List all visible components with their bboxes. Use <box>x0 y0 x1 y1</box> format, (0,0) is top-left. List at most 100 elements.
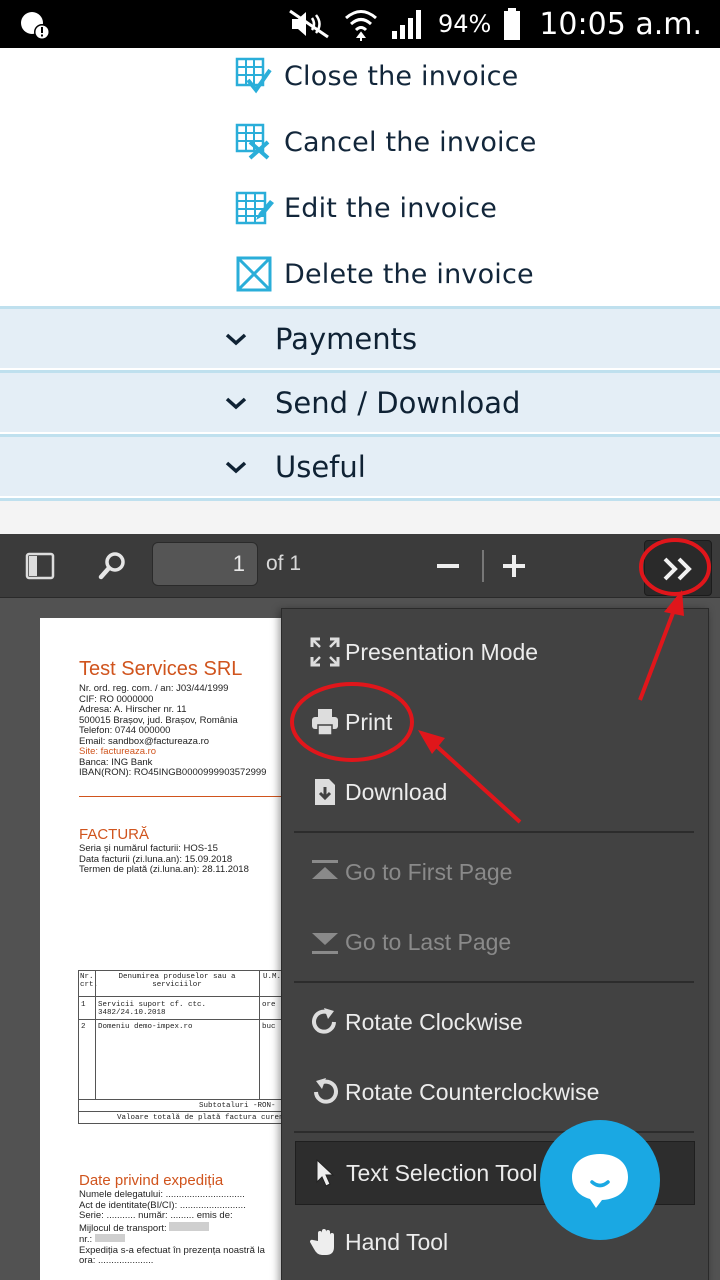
pdf-cell: 2 <box>81 1023 86 1031</box>
delete-invoice-label: Delete the invoice <box>284 258 534 290</box>
pdf-shipping-title: Date privind expediția <box>79 1172 224 1189</box>
pdf-line: Adresa: A. Hirscher nr. 11 <box>79 704 187 715</box>
mute-icon <box>289 9 329 39</box>
pdf-line: Telefon: 0744 000000 <box>79 725 171 736</box>
pdf-page: Test Services SRL Nr. ord. reg. com. / a… <box>40 618 282 1280</box>
battery-icon <box>504 8 521 40</box>
menu-item-label: Go to Last Page <box>345 928 512 955</box>
redacted-block <box>169 1221 210 1231</box>
delete-invoice-icon <box>236 256 272 292</box>
pdf-line-text: Mijlocul de transport: <box>79 1222 167 1234</box>
notification-alert-icon <box>21 12 50 40</box>
menu-item-print[interactable]: Print <box>282 687 710 757</box>
zoom-out-icon[interactable] <box>428 546 468 586</box>
pdf-line: Site: factureaza.ro <box>79 746 157 757</box>
edit-invoice-label: Edit the invoice <box>284 192 498 224</box>
zoom-divider <box>482 550 484 582</box>
pdf-line-text: nr.: <box>79 1234 93 1245</box>
sidebar-toggle-icon[interactable] <box>20 546 60 586</box>
signal-icon <box>391 10 421 39</box>
menu-item-label: Rotate Clockwise <box>345 1008 523 1035</box>
first-page-icon <box>312 860 338 879</box>
pdf-cell: Domeniu demo-impex.ro <box>98 1023 193 1031</box>
menu-item-label: Go to First Page <box>345 858 513 885</box>
search-icon[interactable] <box>92 546 132 586</box>
chevron-down-icon <box>225 397 247 410</box>
page-number-input[interactable]: 1 <box>152 542 258 586</box>
menu-item-rotate-counterclockwise[interactable]: Rotate Counterclockwise <box>282 1057 710 1127</box>
menu-item-first-page[interactable]: Go to First Page <box>282 837 710 907</box>
pdf-col-line <box>259 971 260 1099</box>
pdf-shipping-details: Numele delegatului: ....................… <box>79 1189 265 1267</box>
pdf-line: Nr. ord. reg. com. / an: J03/44/1999 <box>79 683 229 694</box>
close-invoice-action[interactable]: Close the invoice <box>234 46 519 106</box>
edit-invoice-icon <box>235 191 274 225</box>
pdf-row-line <box>79 1111 282 1112</box>
pdf-cell: Servicii suport cf. ctc. 3482/24.10.2018 <box>98 1001 207 1017</box>
status-bar: 94% 10:05 a.m. <box>0 0 720 48</box>
pdf-cell: Nr. crt. <box>80 973 99 989</box>
secondary-toolbar-button[interactable] <box>644 540 712 596</box>
pdf-line: Numele delegatului: ....................… <box>79 1189 245 1200</box>
pdf-line: Mijlocul de transport: <box>79 1221 265 1235</box>
pdf-line: Termen de plată (zi.luna.an): 28.11.2018 <box>79 864 249 875</box>
menu-item-last-page[interactable]: Go to Last Page <box>282 907 710 977</box>
accordion-send-download[interactable]: Send / Download <box>0 370 720 432</box>
cursor-icon <box>316 1158 335 1187</box>
pdf-divider <box>79 796 282 797</box>
menu-item-rotate-clockwise[interactable]: Rotate Clockwise <box>282 987 710 1057</box>
pdf-cell: ore <box>262 1001 276 1009</box>
print-icon <box>312 709 338 736</box>
accordion-label: Useful <box>275 449 366 484</box>
accordion-payments[interactable]: Payments <box>0 306 720 368</box>
accordion-label: Send / Download <box>275 385 521 420</box>
pdf-cell: buc <box>262 1023 276 1031</box>
menu-item-presentation-mode[interactable]: Presentation Mode <box>282 617 710 687</box>
menu-item-label: Presentation Mode <box>345 638 539 665</box>
pdf-col-line <box>95 971 96 1099</box>
pdf-cell: U.M. <box>263 973 282 981</box>
pdf-line: IBAN(RON): RO45INGB0000999903572999 <box>79 767 267 778</box>
pdf-company-name: Test Services SRL <box>79 658 243 680</box>
pdf-line: Serie: ........... număr: ......... emis… <box>79 1210 233 1221</box>
cancel-invoice-icon <box>235 123 270 160</box>
cancel-invoice-label: Cancel the invoice <box>284 126 537 158</box>
menu-item-download[interactable]: Download <box>282 757 710 827</box>
accordion-label: Payments <box>275 321 418 356</box>
redacted-block <box>94 1234 125 1242</box>
double-chevron-right-icon <box>663 557 692 581</box>
battery-percent: 94% <box>437 10 492 38</box>
section-spacer <box>0 501 720 534</box>
pdf-line: nr.: <box>79 1234 265 1246</box>
pdf-table-header: Nr. crt. Denumirea produselor sau a serv… <box>79 971 282 997</box>
zoom-in-icon[interactable] <box>494 546 534 586</box>
wifi-icon <box>345 10 377 41</box>
pdf-total: Valoare totală de plată factura curen <box>117 1114 282 1122</box>
cancel-invoice-action[interactable]: Cancel the invoice <box>234 112 537 172</box>
pdf-line: ora: ..................... <box>79 1255 154 1266</box>
pdf-cell: Denumirea produselor sau a serviciilor <box>118 973 236 989</box>
delete-invoice-action[interactable]: Delete the invoice <box>234 244 534 304</box>
last-page-icon <box>312 933 338 954</box>
pdf-subtotal: Subtotaluri -RON- <box>199 1102 276 1110</box>
hand-icon <box>310 1229 334 1255</box>
chat-widget-button[interactable] <box>540 1120 660 1240</box>
pdf-line: Seria și numărul facturii: HOS-15 <box>79 843 218 854</box>
pdf-cell: 1 <box>81 1001 86 1009</box>
pdf-row-line <box>79 1099 282 1100</box>
rotate-counterclockwise-icon <box>314 1078 338 1104</box>
chevron-down-icon <box>225 461 247 474</box>
menu-item-label: Text Selection Tool <box>346 1159 538 1186</box>
pdf-toolbar: 1 of 1 <box>0 534 720 598</box>
clock: 10:05 a.m. <box>539 6 702 42</box>
accordion-useful[interactable]: Useful <box>0 434 720 496</box>
pdf-invoice-details: Seria și numărul facturii: HOS-15 Data f… <box>79 843 249 876</box>
edit-invoice-action[interactable]: Edit the invoice <box>234 178 497 238</box>
menu-item-label: Rotate Counterclockwise <box>345 1078 600 1105</box>
menu-separator <box>294 981 694 983</box>
chevron-down-icon <box>225 333 247 346</box>
menu-item-label: Hand Tool <box>345 1228 449 1255</box>
chat-bubble-icon <box>572 1154 628 1208</box>
page-count: of 1 <box>266 552 302 575</box>
download-icon <box>315 779 335 805</box>
